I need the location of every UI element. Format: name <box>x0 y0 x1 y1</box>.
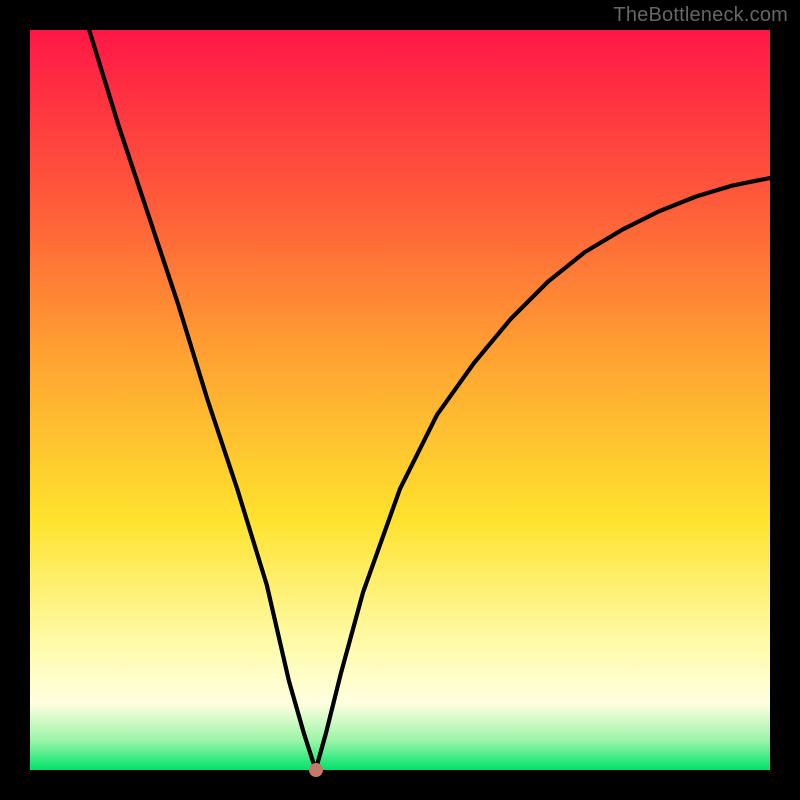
minimum-marker <box>309 763 323 777</box>
plot-area <box>30 30 770 770</box>
watermark-text: TheBottleneck.com <box>613 4 788 27</box>
bottleneck-curve-path <box>89 30 770 770</box>
curve-svg <box>30 30 770 770</box>
